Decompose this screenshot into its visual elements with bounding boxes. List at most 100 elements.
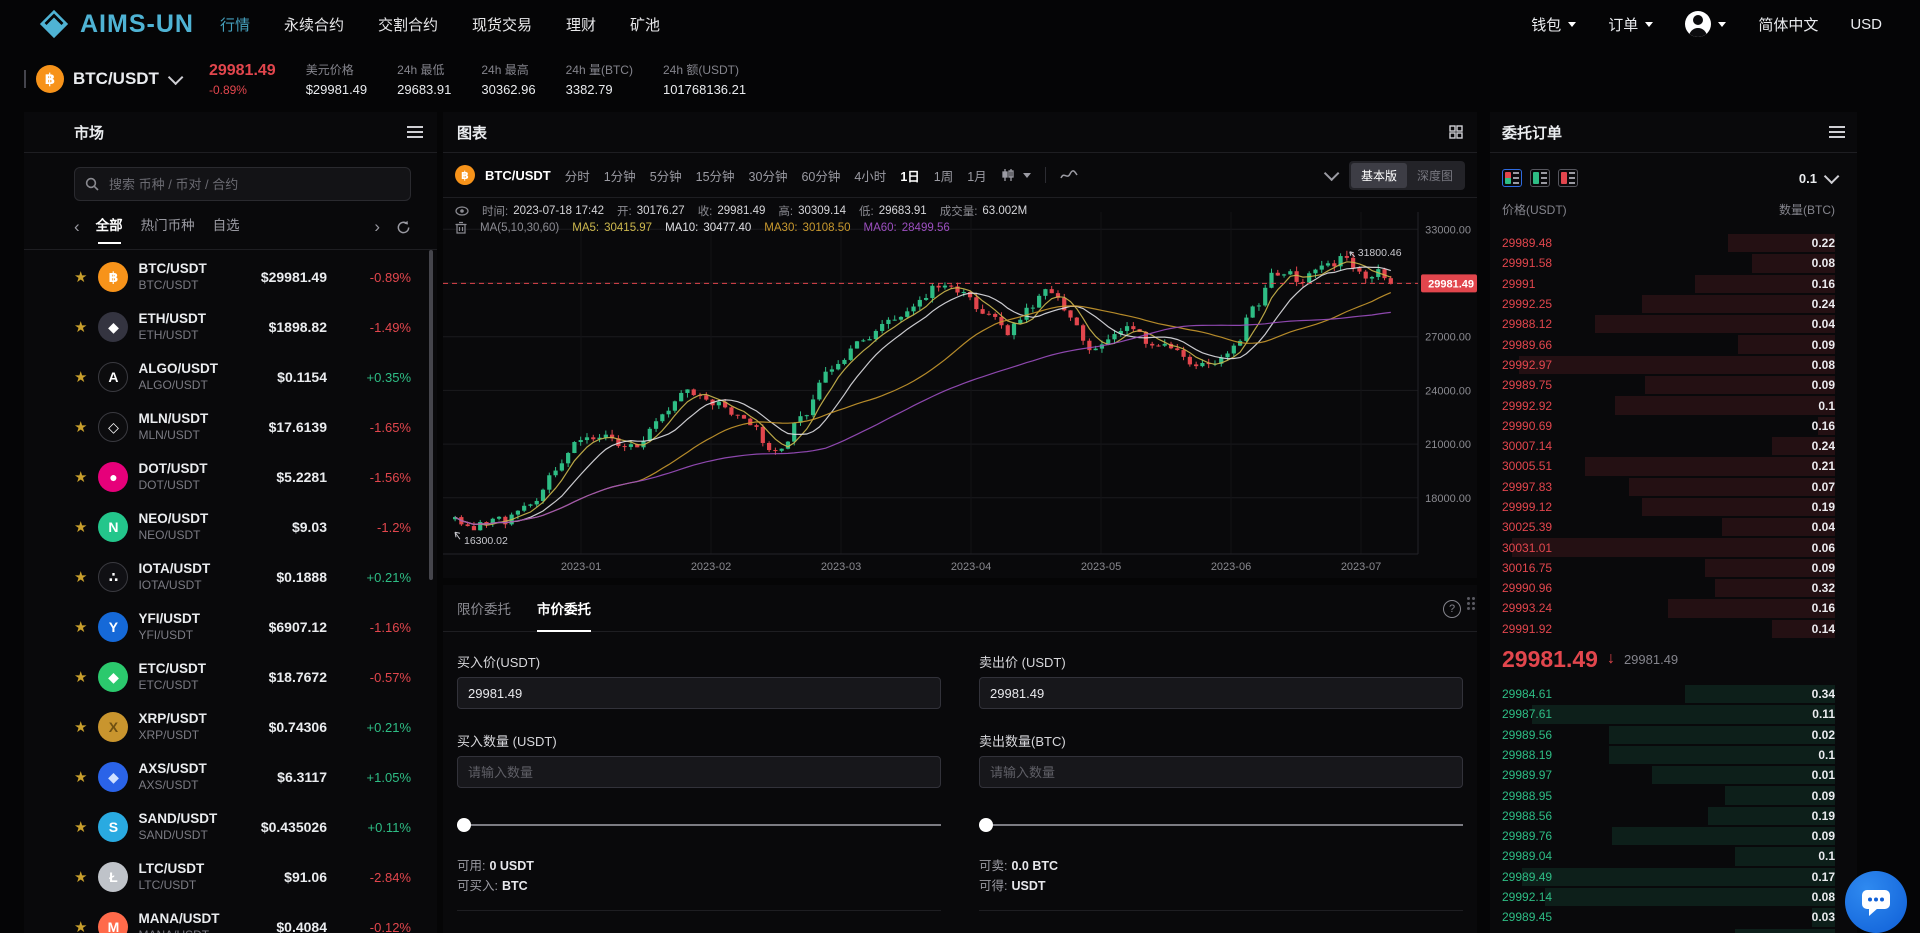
scroll-left-icon[interactable]: ‹ xyxy=(74,217,80,237)
coin-row[interactable]: ★∴IOTA/USDTIOTA/USDT$0.1888+0.21% xyxy=(24,552,437,602)
menu-icon[interactable] xyxy=(1829,131,1845,133)
nav-item[interactable]: 行情 xyxy=(220,14,250,35)
book-row[interactable]: 29989.750.09 xyxy=(1490,375,1857,395)
book-row[interactable]: 29989.970.01 xyxy=(1490,765,1857,785)
book-row[interactable]: 29989.560.02 xyxy=(1490,725,1857,745)
slider-knob[interactable] xyxy=(457,818,471,832)
market-tab[interactable]: 全部 xyxy=(96,214,123,240)
book-row[interactable]: 30005.510.21 xyxy=(1490,456,1857,476)
book-row[interactable]: 29991.920.14 xyxy=(1490,619,1857,639)
help-icon[interactable]: ? xyxy=(1443,600,1461,618)
book-row[interactable]: 29991.580.08 xyxy=(1490,253,1857,273)
search-input[interactable] xyxy=(107,176,400,193)
account-menu[interactable] xyxy=(1685,11,1726,37)
coin-row[interactable]: ★ŁLTC/USDTLTC/USDT$91.06-2.84% xyxy=(24,852,437,902)
scroll-right-icon[interactable]: › xyxy=(374,217,380,237)
book-row[interactable]: 29989.390.06 xyxy=(1490,928,1857,933)
star-icon[interactable]: ★ xyxy=(74,618,87,636)
menu-icon[interactable] xyxy=(407,131,423,133)
star-icon[interactable]: ★ xyxy=(74,468,87,486)
market-tab[interactable]: 热门币种 xyxy=(141,214,195,240)
coin-row[interactable]: ★NNEO/USDTNEO/USDT$9.03-1.2% xyxy=(24,502,437,552)
star-icon[interactable]: ★ xyxy=(74,868,87,886)
coin-row[interactable]: ★XXRP/USDTXRP/USDT$0.74306+0.21% xyxy=(24,702,437,752)
language-selector[interactable]: 简体中文 xyxy=(1758,14,1818,35)
market-tab[interactable]: 自选 xyxy=(213,214,240,240)
buy-amount-input[interactable] xyxy=(457,756,941,788)
scrollbar[interactable] xyxy=(429,250,433,580)
sell-amount-slider[interactable] xyxy=(979,818,1463,832)
book-row[interactable]: 29989.660.09 xyxy=(1490,334,1857,354)
sell-amount-input[interactable] xyxy=(979,756,1463,788)
coin-row[interactable]: ★YYFI/USDTYFI/USDT$6907.12-1.16% xyxy=(24,602,437,652)
buy-amount-slider[interactable] xyxy=(457,818,941,832)
book-row[interactable]: 29990.690.16 xyxy=(1490,416,1857,436)
coin-row[interactable]: ★◆ETH/USDTETH/USDT$1898.82-1.49% xyxy=(24,302,437,352)
drag-handle[interactable] xyxy=(1467,597,1475,610)
nav-item[interactable]: 矿池 xyxy=(630,14,660,35)
slider-knob[interactable] xyxy=(979,818,993,832)
book-row[interactable]: 29988.950.09 xyxy=(1490,785,1857,805)
sell-price-input[interactable] xyxy=(979,677,1463,709)
chat-button[interactable] xyxy=(1845,871,1907,933)
star-icon[interactable]: ★ xyxy=(74,318,87,336)
star-icon[interactable]: ★ xyxy=(74,418,87,436)
star-icon[interactable]: ★ xyxy=(74,768,87,786)
brand[interactable]: AIMS-UN xyxy=(38,8,194,40)
book-row[interactable]: 29992.250.24 xyxy=(1490,294,1857,314)
coin-row[interactable]: ★●DOT/USDTDOT/USDT$5.2281-1.56% xyxy=(24,452,437,502)
pair-selector[interactable]: ฿ BTC/USDT xyxy=(36,65,179,93)
book-row[interactable]: 29993.240.16 xyxy=(1490,598,1857,618)
book-row[interactable]: 29987.610.11 xyxy=(1490,704,1857,724)
book-row[interactable]: 29989.760.09 xyxy=(1490,826,1857,846)
coin-row[interactable]: ★◆ETC/USDTETC/USDT$18.7672-0.57% xyxy=(24,652,437,702)
nav-item[interactable]: 现货交易 xyxy=(472,14,532,35)
order-type-tab[interactable]: 限价委托 xyxy=(457,585,511,632)
book-row[interactable]: 30007.140.24 xyxy=(1490,436,1857,456)
precision-selector[interactable]: 0.1 xyxy=(1799,171,1835,186)
book-mode-both[interactable] xyxy=(1502,169,1522,187)
trash-icon[interactable] xyxy=(455,221,467,234)
nav-item[interactable]: 交割合约 xyxy=(378,14,438,35)
book-row[interactable]: 29989.450.03 xyxy=(1490,907,1857,927)
star-icon[interactable]: ★ xyxy=(74,568,87,586)
star-icon[interactable]: ★ xyxy=(74,368,87,386)
book-row[interactable]: 29989.040.1 xyxy=(1490,846,1857,866)
candlestick-chart[interactable]: 2023-012023-022023-032023-042023-052023-… xyxy=(443,112,1477,578)
book-row[interactable]: 29989.490.17 xyxy=(1490,867,1857,887)
coin-row[interactable]: ★◆AXS/USDTAXS/USDT$6.3117+1.05% xyxy=(24,752,437,802)
book-row[interactable]: 29997.830.07 xyxy=(1490,477,1857,497)
book-row[interactable]: 29989.480.22 xyxy=(1490,233,1857,253)
book-row[interactable]: 29988.560.19 xyxy=(1490,806,1857,826)
book-row[interactable]: 29999.120.19 xyxy=(1490,497,1857,517)
coin-row[interactable]: ★SSAND/USDTSAND/USDT$0.435026+0.11% xyxy=(24,802,437,852)
eye-icon[interactable] xyxy=(455,206,469,216)
book-row[interactable]: 29990.960.32 xyxy=(1490,578,1857,598)
order-type-tab[interactable]: 市价委托 xyxy=(537,585,591,632)
coin-row[interactable]: ★MMANA/USDTMANA/USDT$0.4084-0.12% xyxy=(24,902,437,933)
star-icon[interactable]: ★ xyxy=(74,668,87,686)
book-row[interactable]: 29988.190.1 xyxy=(1490,745,1857,765)
book-row[interactable]: 29992.140.08 xyxy=(1490,887,1857,907)
star-icon[interactable]: ★ xyxy=(74,718,87,736)
coin-row[interactable]: ★฿BTC/USDTBTC/USDT$29981.49-0.89% xyxy=(24,252,437,302)
book-row[interactable]: 299910.16 xyxy=(1490,274,1857,294)
star-icon[interactable]: ★ xyxy=(74,518,87,536)
star-icon[interactable]: ★ xyxy=(74,818,87,836)
refresh-icon[interactable] xyxy=(396,220,411,235)
book-row[interactable]: 29988.120.04 xyxy=(1490,314,1857,334)
book-mode-bids[interactable] xyxy=(1530,169,1550,187)
wallet-menu[interactable]: 钱包 xyxy=(1531,14,1576,35)
book-row[interactable]: 29984.610.34 xyxy=(1490,684,1857,704)
buy-price-input[interactable] xyxy=(457,677,941,709)
nav-item[interactable]: 理财 xyxy=(566,14,596,35)
star-icon[interactable]: ★ xyxy=(74,918,87,933)
book-row[interactable]: 30016.750.09 xyxy=(1490,558,1857,578)
book-row[interactable]: 30031.010.06 xyxy=(1490,537,1857,557)
book-row[interactable]: 30025.390.04 xyxy=(1490,517,1857,537)
book-row[interactable]: 29992.970.08 xyxy=(1490,355,1857,375)
coin-row[interactable]: ★AALGO/USDTALGO/USDT$0.1154+0.35% xyxy=(24,352,437,402)
nav-item[interactable]: 永续合约 xyxy=(284,14,344,35)
currency-selector[interactable]: USD xyxy=(1850,16,1882,33)
orders-menu[interactable]: 订单 xyxy=(1608,14,1653,35)
